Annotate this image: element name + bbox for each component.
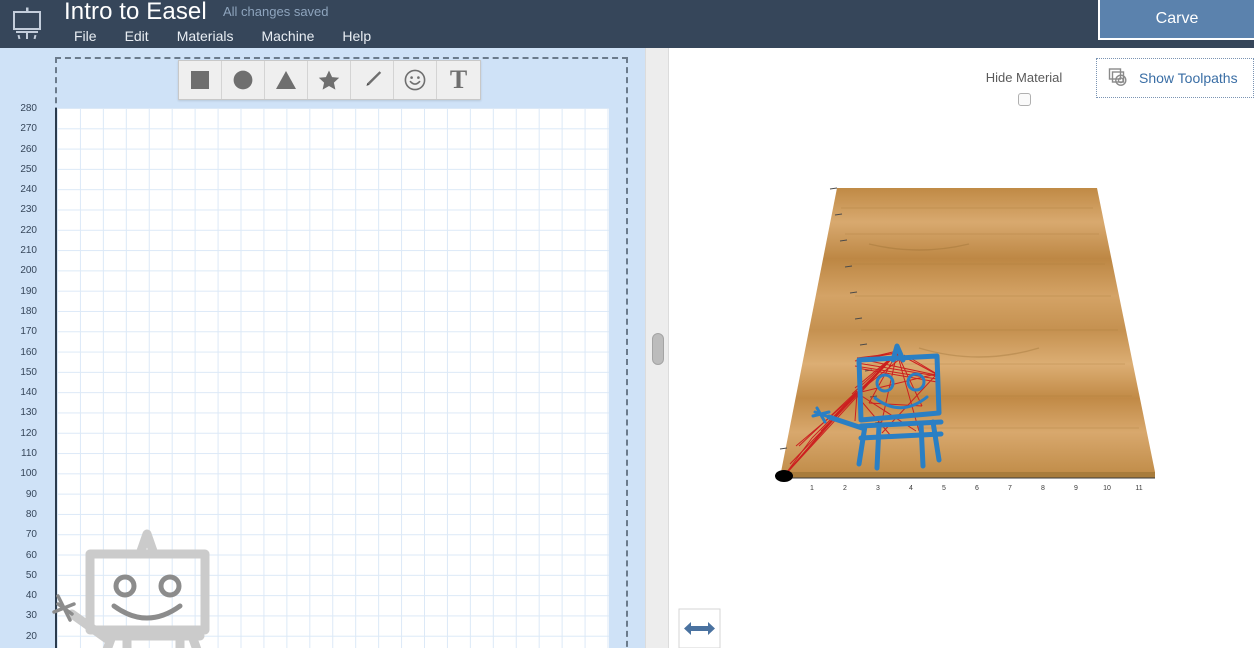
- y-axis-tick: 100: [20, 468, 37, 480]
- carve-button[interactable]: Carve: [1098, 0, 1254, 40]
- y-axis-tick: 80: [25, 508, 37, 520]
- svg-text:10: 10: [1103, 485, 1111, 492]
- shape-tool-palette[interactable]: T: [178, 60, 481, 100]
- menu-item-machine[interactable]: Machine: [247, 28, 328, 44]
- svg-text:3: 3: [876, 485, 880, 492]
- circle-shape-icon[interactable]: [222, 61, 265, 99]
- y-axis-tick: 130: [20, 407, 37, 419]
- menu-item-file[interactable]: File: [60, 28, 111, 44]
- y-axis-tick: 220: [20, 224, 37, 236]
- y-axis-tick: 90: [25, 488, 37, 500]
- y-axis-tick: 140: [20, 387, 37, 399]
- menu-item-materials[interactable]: Materials: [163, 28, 248, 44]
- svg-text:1: 1: [810, 485, 814, 492]
- y-axis-labels: 280 270 260 250 240 230 220 210 200 190 180 170 160 1…: [0, 48, 51, 648]
- y-axis-tick: 260: [20, 143, 37, 155]
- y-axis-tick: 40: [25, 590, 37, 602]
- preview-3d-panel[interactable]: Hide Material Show Toolpaths 1 2 3 4 5 6…: [669, 48, 1254, 648]
- y-axis-tick: 190: [20, 285, 37, 297]
- panel-resize-grip[interactable]: [652, 333, 664, 365]
- save-status: All changes saved: [223, 4, 329, 19]
- text-tool-icon[interactable]: T: [437, 61, 480, 99]
- svg-text:8: 8: [1041, 485, 1045, 492]
- horizontal-resize-button[interactable]: [678, 608, 721, 648]
- y-axis-tick: 210: [20, 245, 37, 257]
- y-axis-tick: 70: [25, 529, 37, 541]
- wood-board-edge: [781, 472, 1155, 478]
- origin-marker-3d: [775, 470, 793, 482]
- menu-bar: File Edit Materials Machine Help: [60, 28, 385, 44]
- svg-text:2: 2: [843, 485, 847, 492]
- easel-icon[interactable]: [11, 6, 43, 40]
- easel-app-window: Intro to Easel All changes saved File Ed…: [0, 0, 1254, 648]
- y-axis-tick: 230: [20, 204, 37, 216]
- y-axis-tick: 280: [20, 103, 37, 114]
- y-axis-tick: 250: [20, 163, 37, 175]
- panel-divider[interactable]: [645, 48, 669, 648]
- svg-text:11: 11: [1135, 485, 1142, 492]
- y-axis-tick: 240: [20, 184, 37, 196]
- y-axis-tick: 160: [20, 346, 37, 358]
- svg-text:7: 7: [1008, 485, 1012, 492]
- y-axis-tick: 200: [20, 265, 37, 277]
- menu-item-help[interactable]: Help: [328, 28, 385, 44]
- svg-text:6: 6: [975, 485, 979, 492]
- pencil-draw-icon[interactable]: [351, 61, 394, 99]
- smiley-shape-icon[interactable]: [394, 61, 437, 99]
- triangle-shape-icon[interactable]: [265, 61, 308, 99]
- easel-smiley-design[interactable]: [52, 524, 232, 648]
- y-axis-tick: 110: [21, 448, 37, 460]
- svg-text:9: 9: [1074, 485, 1078, 492]
- y-axis-tick: 270: [20, 123, 37, 135]
- y-axis-tick: 150: [20, 366, 37, 378]
- square-shape-icon[interactable]: [179, 61, 222, 99]
- material-3d-preview[interactable]: 1 2 3 4 5 6 7 8 9 10 11: [669, 48, 1254, 648]
- y-axis-tick: 60: [25, 549, 37, 561]
- page-title: Intro to Easel: [64, 0, 207, 25]
- y-axis-tick: 30: [25, 610, 37, 622]
- svg-text:5: 5: [942, 485, 946, 492]
- app-header: Intro to Easel All changes saved File Ed…: [0, 0, 1254, 48]
- y-axis-tick: 170: [20, 326, 37, 338]
- y-axis-tick: 120: [20, 427, 37, 439]
- design-canvas-panel[interactable]: 280 270 260 250 240 230 220 210 200 190 180 170 160 1…: [0, 48, 645, 648]
- y-axis-tick: 50: [25, 569, 37, 581]
- menu-item-edit[interactable]: Edit: [111, 28, 163, 44]
- star-shape-icon[interactable]: [308, 61, 351, 99]
- y-axis-tick: 180: [20, 305, 37, 317]
- svg-text:4: 4: [909, 485, 913, 492]
